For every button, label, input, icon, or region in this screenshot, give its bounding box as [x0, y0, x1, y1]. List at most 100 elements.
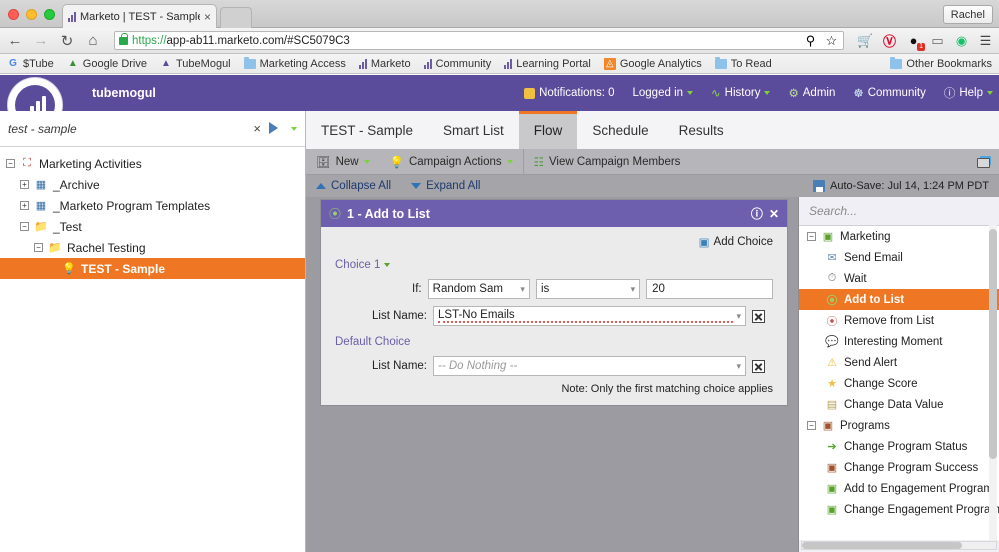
palette-vertical-scroll-thumb[interactable] [989, 229, 997, 459]
bookmark-item[interactable]: Marketing Access [243, 56, 346, 70]
palette-item-change-engagement-program-cadence[interactable]: ▣ Change Engagement Program Ca [799, 499, 999, 520]
list-name-select[interactable]: LST-No Emails ▾ [433, 306, 746, 326]
search-icon[interactable]: ⚲ [803, 33, 818, 48]
expander-icon[interactable]: − [807, 232, 816, 241]
palette-item-interesting-moment[interactable]: 💬 Interesting Moment [799, 331, 999, 352]
filter-icon[interactable] [269, 122, 283, 135]
choice-1-label[interactable]: Choice 1 [335, 259, 773, 271]
cart-icon[interactable]: 🛒 [857, 33, 873, 48]
tab-smart-list[interactable]: Smart List [428, 111, 519, 149]
palette-item-change-data-value[interactable]: ▤ Change Data Value [799, 394, 999, 415]
palette-item-add-to-list[interactable]: ⦿ Add to List [799, 289, 999, 310]
tree-node-rachel-testing[interactable]: − 📁 Rachel Testing [0, 237, 305, 258]
delete-default-choice-button[interactable] [752, 359, 765, 373]
palette-search-input[interactable]: Search... [799, 197, 999, 225]
menu-icon[interactable]: ☰ [978, 33, 993, 48]
forward-icon[interactable]: → [32, 32, 50, 49]
palette-group-marketing[interactable]: − ▣ Marketing [799, 226, 999, 247]
expander-icon[interactable]: − [807, 421, 816, 430]
browser-tab[interactable]: Marketo | TEST - Sample × [62, 4, 217, 28]
window-controls[interactable] [8, 9, 55, 20]
nav-logged-in[interactable]: Logged in [633, 87, 694, 99]
palette-item-send-alert[interactable]: ⚠ Send Alert [799, 352, 999, 373]
tree-node-test[interactable]: − 📁 _Test [0, 216, 305, 237]
restore-window-icon[interactable] [977, 155, 991, 168]
delete-choice-button[interactable] [752, 309, 765, 323]
address-bar[interactable]: https://app-ab11.marketo.com/#SC5079C3 ⚲… [114, 31, 844, 50]
tab-test-sample[interactable]: TEST - Sample [306, 111, 428, 149]
choice-label-text: Choice 1 [335, 259, 381, 271]
if-operator-select[interactable]: is ▾ [535, 279, 641, 299]
bookmark-item[interactable]: To Read [714, 56, 772, 70]
palette-horizontal-scroll-thumb[interactable] [802, 542, 962, 549]
palette-item-label: Wait [844, 272, 867, 285]
grammarly-icon[interactable]: ◉ [954, 33, 969, 48]
tree-search-input[interactable]: test - sample [8, 122, 245, 136]
home-icon[interactable]: ⌂ [84, 32, 102, 49]
url-rest: app-ab11.marketo.com/#SC5079C3 [166, 34, 350, 47]
close-window-button[interactable] [8, 9, 19, 20]
tree-node-marketo-program-templates[interactable]: + ▦ _Marketo Program Templates [0, 195, 305, 216]
bookmark-item[interactable]: G $Tube [7, 58, 54, 70]
nav-help[interactable]: ⓘ Help [944, 85, 993, 101]
palette-item-change-score[interactable]: ★ Change Score [799, 373, 999, 394]
minimize-window-button[interactable] [26, 9, 37, 20]
expander-icon[interactable]: + [20, 201, 29, 210]
expander-icon[interactable]: − [6, 159, 15, 168]
reload-icon[interactable]: ↻ [58, 32, 76, 50]
add-choice-button[interactable]: ▣ Add Choice [335, 235, 773, 249]
palette-item-send-email[interactable]: ✉ Send Email [799, 247, 999, 268]
tree-node-test-sample[interactable]: 💡 TEST - Sample [0, 258, 305, 279]
collapse-all-button[interactable]: Collapse All [306, 180, 401, 192]
tab-schedule[interactable]: Schedule [577, 111, 663, 149]
palette-item-change-program-success[interactable]: ▣ Change Program Success [799, 457, 999, 478]
other-bookmarks-button[interactable]: Other Bookmarks [890, 56, 992, 70]
new-tab-button[interactable] [220, 7, 252, 28]
palette-item-wait[interactable]: ⏱ Wait [799, 268, 999, 289]
pinterest-icon[interactable]: Ⓥ [882, 33, 897, 49]
programs-group-icon: ▣ [822, 420, 834, 432]
palette-group-programs[interactable]: − ▣ Programs [799, 415, 999, 436]
tab-results[interactable]: Results [664, 111, 739, 149]
tab-flow[interactable]: Flow [518, 111, 578, 149]
palette-vertical-scrollbar[interactable] [989, 225, 997, 540]
star-icon[interactable]: ☆ [824, 33, 839, 48]
chevron-down-icon[interactable] [291, 126, 297, 131]
palette-horizontal-scrollbar[interactable] [801, 541, 997, 550]
back-icon[interactable]: ← [6, 32, 24, 49]
if-value-input[interactable]: 20 [646, 279, 773, 299]
campaign-actions-button[interactable]: 💡 Campaign Actions [380, 149, 523, 175]
palette-item-change-program-status[interactable]: ➔ Change Program Status [799, 436, 999, 457]
tree-node-marketing-activities[interactable]: − ⛶ Marketing Activities [0, 153, 305, 174]
campaign-tabs: TEST - Sample Smart List Flow Schedule R… [306, 111, 999, 149]
expander-icon[interactable]: + [20, 180, 29, 189]
tab-close-icon[interactable]: × [204, 11, 211, 23]
profile-button[interactable]: Rachel [942, 5, 993, 24]
close-icon[interactable]: ✕ [769, 207, 779, 221]
info-icon[interactable]: ⓘ [751, 205, 763, 222]
bookmark-item[interactable]: ▲ Google Drive [67, 58, 147, 70]
honey-icon[interactable]: ● 1 [906, 33, 925, 51]
tree-node-archive[interactable]: + ▦ _Archive [0, 174, 305, 195]
bookmark-item[interactable]: ▲ TubeMogul [160, 58, 231, 70]
maximize-window-button[interactable] [44, 9, 55, 20]
cast-icon[interactable]: ▭ [930, 33, 945, 48]
new-button[interactable]: 🗄 New [306, 149, 380, 175]
if-attribute-select[interactable]: Random Sam ▾ [427, 279, 530, 299]
nav-notifications[interactable]: Notifications: 0 [524, 87, 615, 99]
default-list-name-select[interactable]: -- Do Nothing -- ▾ [433, 356, 746, 376]
bookmark-item[interactable]: Community [423, 58, 491, 70]
palette-item-remove-from-list[interactable]: ⦿ Remove from List [799, 310, 999, 331]
bookmark-item[interactable]: ◬ Google Analytics [603, 57, 702, 70]
bookmark-item[interactable]: Learning Portal [504, 58, 591, 70]
expand-all-button[interactable]: Expand All [401, 180, 490, 192]
nav-community[interactable]: ☸ Community [853, 86, 925, 100]
expander-icon[interactable]: − [20, 222, 29, 231]
palette-item-add-to-engagement-program[interactable]: ▣ Add to Engagement Program [799, 478, 999, 499]
bookmark-item[interactable]: Marketo [358, 58, 411, 70]
view-campaign-members-button[interactable]: ☷ View Campaign Members [524, 149, 691, 175]
nav-history[interactable]: ∿ History [711, 86, 771, 100]
nav-admin[interactable]: ⚙ Admin [788, 86, 835, 100]
clear-search-icon[interactable]: × [253, 121, 261, 136]
expander-icon[interactable]: − [34, 243, 43, 252]
